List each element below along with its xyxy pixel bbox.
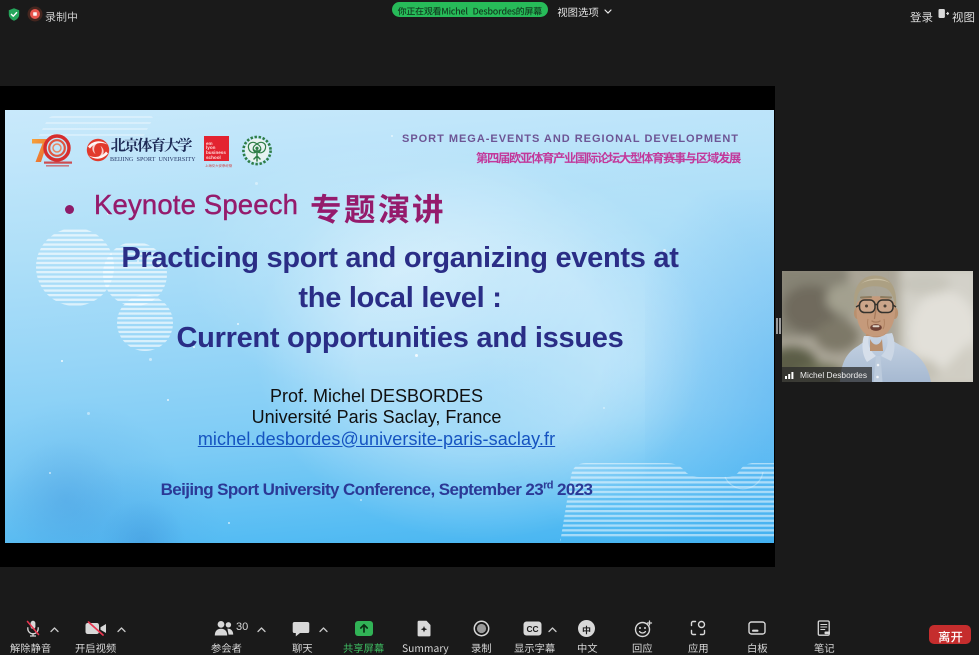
svg-text:CC: CC (526, 624, 538, 634)
